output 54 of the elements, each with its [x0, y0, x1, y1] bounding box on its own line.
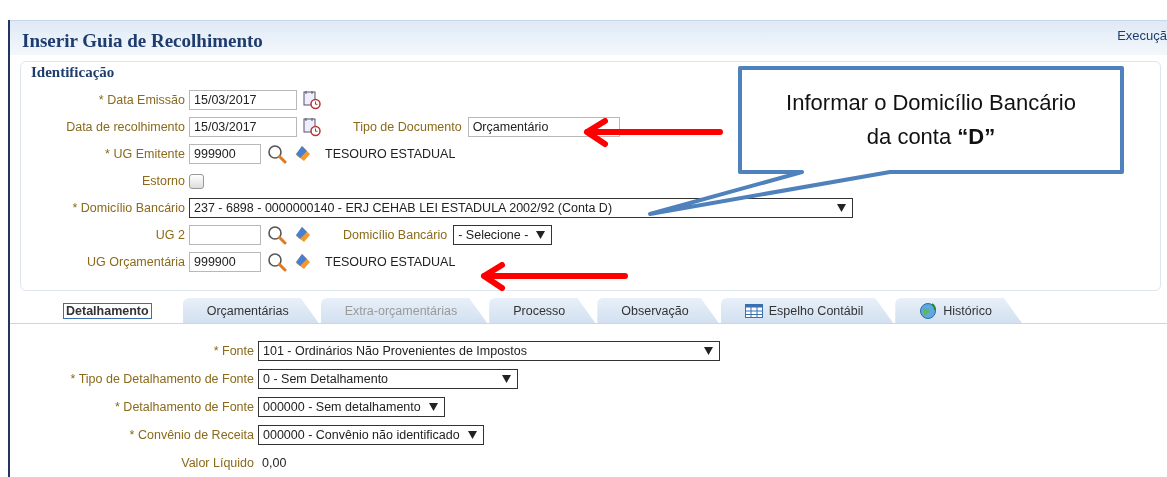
caret-icon: [704, 347, 713, 355]
caret-icon: [467, 431, 477, 439]
field-value: 0,00: [262, 456, 287, 470]
select-field[interactable]: 000000 - Convênio não identificado: [258, 425, 484, 445]
input-field[interactable]: 999900: [189, 252, 261, 272]
search-icon[interactable]: [267, 144, 287, 164]
field-label: Data de recolhimento: [65, 120, 185, 134]
search-icon[interactable]: [267, 225, 287, 245]
caret-icon: [837, 204, 846, 212]
date-field[interactable]: 15/03/2017: [189, 90, 297, 110]
eraser-icon[interactable]: [293, 145, 311, 163]
caret-icon: [502, 375, 511, 383]
field-label: Valor Líquido: [180, 456, 254, 470]
field-label: UG 2: [154, 228, 185, 242]
select-field[interactable]: 000000 - Sem detalhamento: [258, 397, 445, 417]
search-icon[interactable]: [267, 252, 287, 272]
select-field[interactable]: 101 - Ordinários Não Provenientes de Impostos: [258, 341, 720, 361]
tab[interactable]: Histórico: [895, 298, 1022, 323]
select-field[interactable]: 0 - Sem Detalhamento: [258, 369, 518, 389]
field-label: Domicílio Bancário: [343, 228, 448, 242]
date-field[interactable]: 15/03/2017: [189, 117, 297, 137]
field-label: * Data Emissão: [97, 93, 185, 107]
checkbox[interactable]: [189, 173, 204, 189]
tab[interactable]: Observação: [597, 298, 719, 323]
input-field[interactable]: Orçamentário: [467, 117, 620, 137]
tab[interactable]: Orçamentárias: [182, 298, 319, 323]
unit-name: TESOURO ESTADUAL: [325, 147, 456, 161]
field-label: * Tipo de Detalhamento de Fonte: [69, 372, 254, 386]
callout-text: Informar o Domicílio Bancário da conta “D”: [785, 89, 1077, 151]
caret-icon: [536, 231, 546, 239]
caret-icon: [428, 403, 438, 411]
field-label: * Domicílio Bancário: [71, 201, 185, 215]
table-icon: [744, 303, 763, 318]
select-field[interactable]: - Selecione -: [453, 225, 553, 245]
field-label: UG Orçamentária: [86, 255, 185, 269]
field-label: * Convênio de Receita: [128, 428, 254, 442]
eraser-icon[interactable]: [293, 253, 311, 271]
select-field[interactable]: 237 - 6898 - 0000000140 - ERJ CEHAB LEI ESTADULA 2002/92 (Conta D): [189, 198, 853, 218]
calendar-clock-icon[interactable]: [303, 117, 321, 137]
field-label: Estorno: [140, 174, 185, 188]
input-field[interactable]: [189, 225, 261, 245]
tab[interactable]: Espelho Contábil: [720, 298, 894, 323]
eraser-icon[interactable]: [293, 226, 311, 244]
unit-name: TESOURO ESTADUAL: [325, 255, 456, 269]
field-label: Tipo de Documento: [353, 120, 462, 134]
page-title: Inserir Guia de Recolhimento: [22, 30, 263, 52]
field-label: * UG Emitente: [104, 147, 185, 161]
tab[interactable]: Processo: [489, 298, 596, 323]
calendar-clock-icon[interactable]: [303, 90, 321, 110]
field-label: * Fonte: [212, 344, 254, 358]
menu-link[interactable]: Execuçã: [1117, 28, 1167, 43]
input-field[interactable]: 999900: [189, 144, 261, 164]
field-label: * Detalhamento de Fonte: [114, 400, 254, 414]
section-title: Identificação: [31, 64, 116, 81]
